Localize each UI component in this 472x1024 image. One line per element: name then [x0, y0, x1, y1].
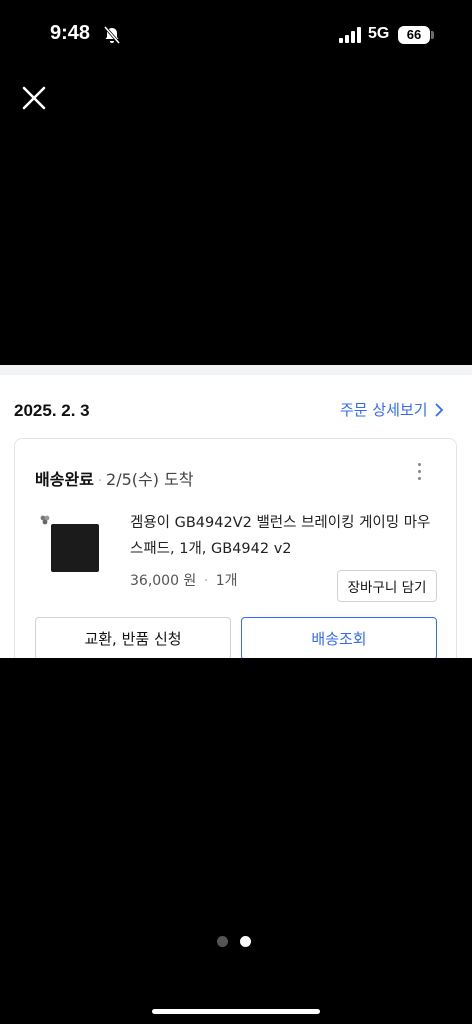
battery-tip: [431, 31, 434, 39]
order-date: 2025. 2. 3: [14, 401, 90, 420]
page-indicator: [217, 936, 251, 947]
order-detail-label: 주문 상세보기: [340, 401, 428, 419]
shipping-status: 배송완료: [35, 470, 94, 489]
order-section: 2025. 2. 3 주문 상세보기 배송완료 · 2/5(수) 도착 겜용이 …: [0, 375, 472, 658]
separator: ·: [97, 474, 103, 489]
product-name[interactable]: 겜용이 GB4942V2 밸런스 브레이킹 게이밍 마우스패드, 1개, GB4…: [130, 510, 440, 562]
order-card: 배송완료 · 2/5(수) 도착 겜용이 GB4942V2 밸런스 브레이킹 게…: [14, 438, 457, 658]
add-to-cart-button[interactable]: 장바구니 담기: [337, 570, 437, 602]
arrival-date: 2/5(수) 도착: [106, 470, 194, 489]
separator: ·: [203, 573, 209, 589]
battery-icon: 66: [398, 26, 430, 44]
network-type: 5G: [368, 25, 390, 42]
product-image: [51, 524, 99, 572]
more-options-icon[interactable]: [413, 463, 425, 485]
product-thumbnail[interactable]: [37, 512, 101, 576]
price-line: 36,000 원 · 1개: [130, 570, 237, 590]
shipping-info: 배송완료 · 2/5(수) 도착: [35, 466, 194, 490]
page-dot-2[interactable]: [240, 936, 251, 947]
home-indicator[interactable]: [152, 1009, 320, 1014]
track-shipping-button[interactable]: 배송조회: [241, 617, 437, 658]
chevron-right-icon: [434, 402, 443, 417]
page-dot-1[interactable]: [217, 936, 228, 947]
order-detail-link[interactable]: 주문 상세보기: [340, 399, 444, 420]
bell-slash-icon: [103, 26, 121, 44]
brand-logo-icon: [40, 515, 50, 525]
cellular-signal-icon: [339, 27, 361, 43]
close-icon[interactable]: [18, 82, 50, 114]
status-time: 9:48: [50, 22, 91, 44]
order-panel: 2025. 2. 3 주문 상세보기 배송완료 · 2/5(수) 도착 겜용이 …: [0, 365, 472, 658]
product-quantity: 1개: [215, 573, 238, 589]
exchange-return-button[interactable]: 교환, 반품 신청: [35, 617, 231, 658]
product-price: 36,000 원: [130, 573, 197, 589]
status-bar: 9:48 5G 66: [0, 0, 472, 70]
